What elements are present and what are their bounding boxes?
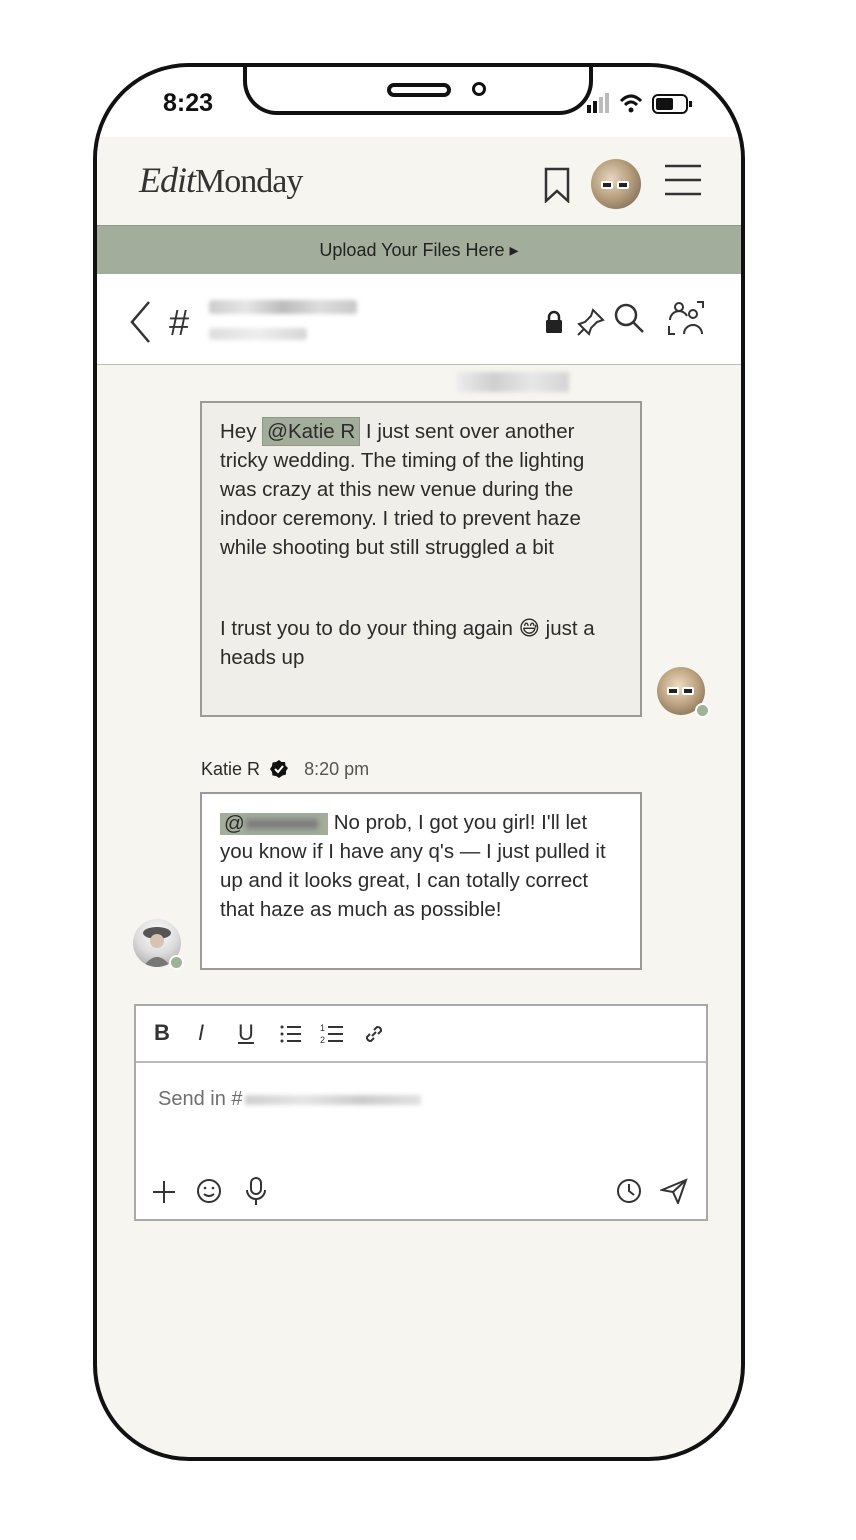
status-bar: 8:23	[97, 67, 741, 137]
message-meta: Katie R 8:20 pm	[201, 759, 369, 780]
svg-text:1: 1	[320, 1023, 325, 1033]
format-toolbar: B I U 1 2	[136, 1006, 706, 1063]
plus-icon[interactable]	[152, 1180, 176, 1204]
status-icons	[587, 93, 692, 114]
bullet-list-icon[interactable]	[280, 1024, 302, 1044]
lock-icon	[546, 310, 562, 333]
pin-icon[interactable]	[577, 308, 605, 336]
phone-frame: 8:23 EditMonday Upload Your Files Here ▸…	[93, 63, 745, 1461]
search-icon[interactable]	[613, 302, 645, 334]
message-input[interactable]: Send in #	[158, 1088, 421, 1111]
online-indicator	[695, 703, 710, 718]
app-header: EditMonday	[97, 137, 741, 225]
verified-badge-icon	[270, 760, 289, 778]
message-composer: B I U 1 2 Send in #	[134, 1004, 708, 1221]
speaker	[387, 83, 451, 97]
clock-icon[interactable]	[616, 1178, 642, 1204]
channel-header: #	[97, 274, 741, 365]
svg-text:2: 2	[320, 1035, 325, 1045]
upload-banner[interactable]: Upload Your Files Here ▸	[97, 225, 741, 275]
bookmark-icon[interactable]	[543, 167, 571, 203]
message-bubble-outgoing[interactable]: Hey @Katie R I just sent over another tr…	[200, 401, 642, 717]
channel-subtitle-redacted	[209, 328, 307, 340]
italic-button[interactable]: I	[198, 1020, 204, 1046]
logo-text: Monday	[195, 163, 303, 200]
members-icon[interactable]	[667, 300, 705, 338]
emoji-sweat-smile: 😅	[518, 617, 540, 640]
logo-script: Edit	[139, 160, 196, 200]
author-name-redacted	[457, 372, 569, 392]
menu-icon[interactable]	[663, 163, 703, 197]
mention-katie[interactable]: @Katie R	[262, 417, 361, 446]
underline-button[interactable]: U	[238, 1020, 254, 1046]
status-time: 8:23	[163, 89, 214, 117]
back-icon[interactable]	[129, 300, 151, 344]
avatar[interactable]	[591, 159, 641, 209]
mention-at: @	[224, 811, 245, 835]
channel-hash: #	[169, 302, 190, 343]
message-bubble-incoming[interactable]: @ No prob, I got you girl! I'll let you …	[200, 792, 642, 970]
numbered-list-icon[interactable]: 1 2	[320, 1022, 344, 1046]
channel-name-redacted	[244, 1094, 421, 1105]
emoji-icon[interactable]	[196, 1178, 222, 1204]
channel-name-redacted	[209, 300, 357, 314]
message-time: 8:20 pm	[304, 759, 370, 779]
input-placeholder: Send in #	[158, 1088, 243, 1110]
online-indicator	[169, 955, 184, 970]
mic-icon[interactable]	[244, 1176, 268, 1206]
bold-button[interactable]: B	[154, 1020, 170, 1046]
message-greeting: Hey	[220, 420, 257, 443]
send-icon[interactable]	[660, 1178, 688, 1204]
link-icon[interactable]	[362, 1022, 386, 1046]
logo[interactable]: EditMonday	[139, 159, 303, 201]
mention-redacted[interactable]: @	[220, 811, 328, 835]
message-body-2: I trust you to do your thing again	[220, 617, 513, 640]
author-name[interactable]: Katie R	[201, 759, 260, 779]
camera	[472, 82, 486, 96]
